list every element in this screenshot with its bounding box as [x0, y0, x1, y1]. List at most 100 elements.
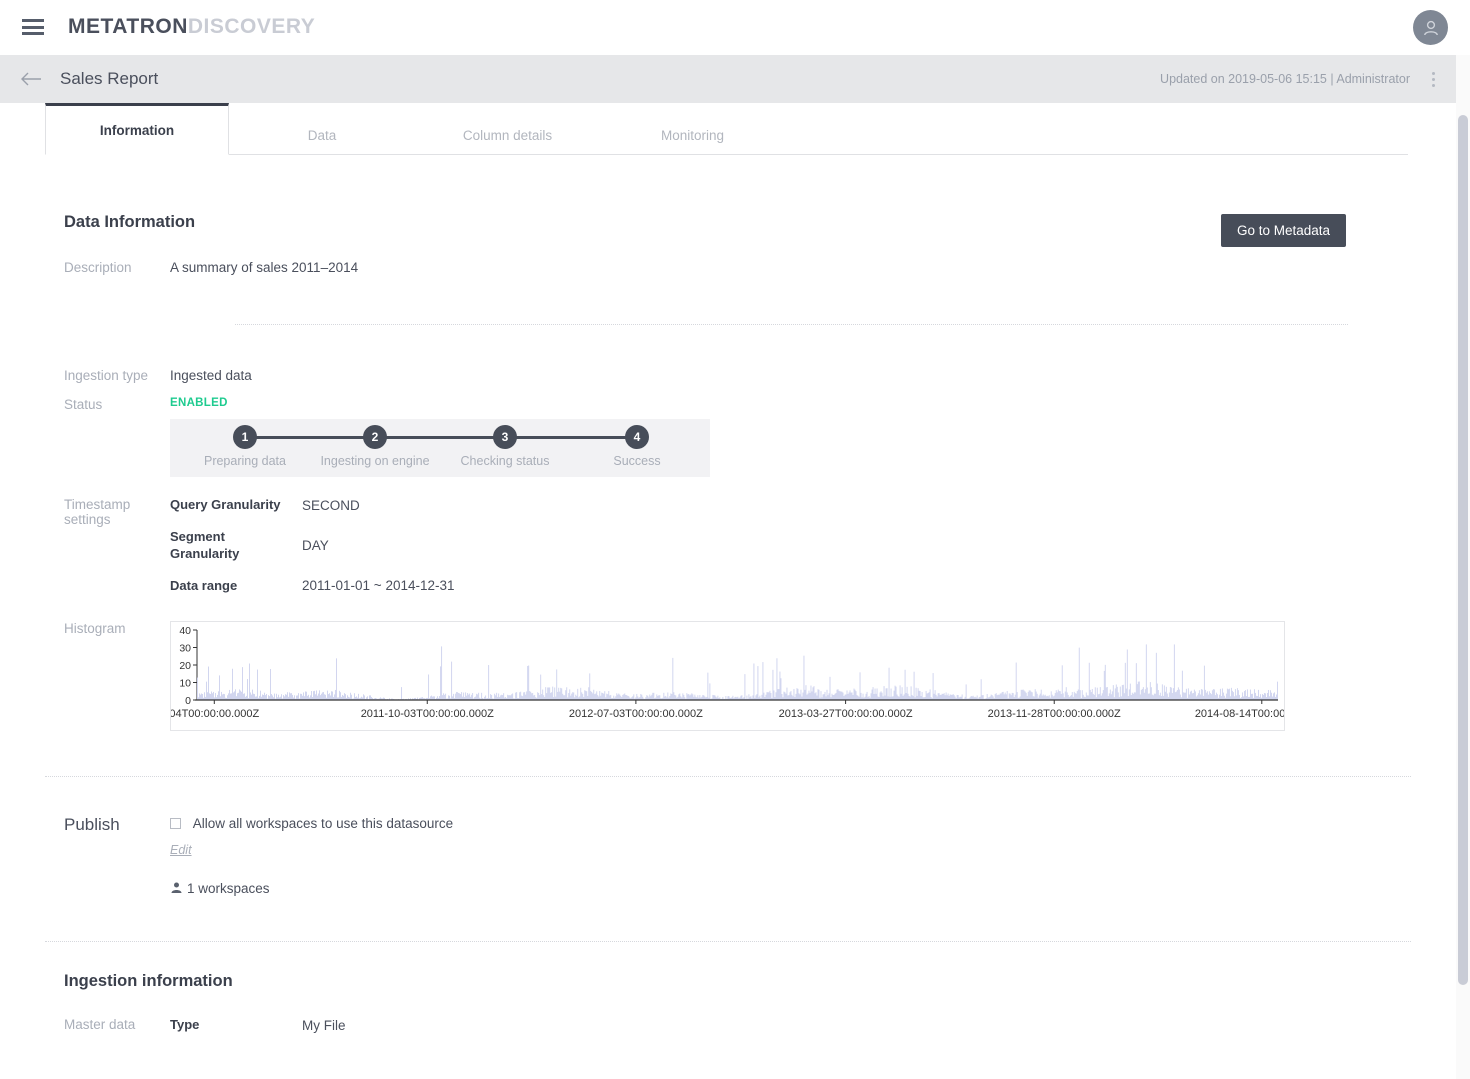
stepper-number: 2 — [363, 425, 387, 449]
timestamp-settings-row: Timestamp settings Query Granularity SEC… — [0, 497, 1456, 594]
stepper-label: Preparing data — [203, 454, 286, 468]
svg-text:2012-07-03T00:00:00.000Z: 2012-07-03T00:00:00.000Z — [569, 708, 703, 720]
publish-row: Publish Allow all workspaces to use this… — [0, 815, 1456, 897]
hamburger-bar — [22, 25, 44, 29]
allow-all-workspaces-checkbox-row[interactable]: Allow all workspaces to use this datasou… — [170, 815, 1456, 831]
stepper-label: Success — [613, 454, 661, 468]
master-data-type-value: My File — [302, 1017, 346, 1033]
svg-text:0: 0 — [185, 695, 191, 707]
svg-text:40: 40 — [179, 625, 191, 637]
tab-label: Information — [99, 122, 175, 138]
ingestion-information-header: Ingestion information — [0, 942, 1456, 994]
app-root: METATRONDISCOVERY Sales Report Updated o… — [0, 0, 1470, 1079]
ingestion-type-row: Ingestion type Ingested data — [0, 368, 1456, 383]
ingestion-information-heading: Ingestion information — [64, 971, 233, 990]
histogram-value-wrap: 0 10 20 30 40 04T00:00:00.000Z 2011-10-03T00:0… — [170, 621, 1456, 731]
master-data-table: Type My File — [170, 1017, 1456, 1047]
tab-label: Data — [307, 127, 337, 143]
scrollbar-thumb[interactable] — [1458, 115, 1468, 985]
stepper-label: Ingesting on engine — [320, 454, 430, 468]
status-value-wrap: ENABLED 1 Preparing data 2 Ingesting on … — [170, 397, 1456, 477]
description-label: Description — [64, 260, 132, 275]
svg-text:04T00:00:00.000Z: 04T00:00:00.000Z — [171, 708, 260, 720]
sub-header: Sales Report Updated on 2019-05-06 15:15… — [0, 55, 1456, 103]
kebab-dot — [1431, 71, 1435, 75]
ingestion-stepper: 1 Preparing data 2 Ingesting on engine 3… — [170, 419, 710, 477]
data-range-value: 2011-01-01 ~ 2014-12-31 — [302, 578, 455, 594]
tab-information[interactable]: Information — [45, 103, 229, 155]
data-range-label: Data range — [170, 577, 238, 593]
svg-text:2014-08-14T00:00:00.000Z: 2014-08-14T00:00:00.000Z — [1195, 708, 1284, 720]
master-data-label: Master data — [64, 1016, 136, 1032]
sub-header-right: Updated on 2019-05-06 15:15 | Administra… — [1160, 55, 1442, 103]
stepper-step-2: 2 Ingesting on engine — [315, 425, 435, 468]
query-granularity-value: SECOND — [302, 497, 360, 513]
svg-text:10: 10 — [179, 678, 191, 690]
person-icon — [170, 881, 187, 897]
svg-text:2011-10-03T00:00:00.000Z: 2011-10-03T00:00:00.000Z — [361, 708, 494, 720]
status-row: Status ENABLED 1 Preparing data 2 Ingest… — [0, 397, 1456, 477]
description-divider — [235, 324, 1348, 325]
allow-all-workspaces-checkbox[interactable] — [170, 817, 181, 829]
workspaces-count-row: 1 workspaces — [170, 881, 1456, 897]
stepper-step-1: 1 Preparing data — [185, 425, 305, 468]
stepper-step-3: 3 Checking status — [445, 425, 565, 468]
ingestion-type-value: Ingested data — [170, 368, 252, 383]
tab-label: Monitoring — [660, 127, 725, 143]
tab-monitoring[interactable]: Monitoring — [620, 115, 765, 155]
tab-bar: Information Data Column details Monitori… — [0, 103, 1456, 155]
svg-text:2013-11-28T00:00:00.000Z: 2013-11-28T00:00:00.000Z — [988, 708, 1121, 720]
segment-granularity-value: DAY — [302, 538, 329, 553]
top-bar: METATRONDISCOVERY — [0, 0, 1470, 55]
tab-data[interactable]: Data — [252, 115, 392, 155]
data-information-header: Data Information Go to Metadata — [0, 155, 1456, 247]
page-scrollbar[interactable] — [1456, 55, 1470, 1079]
histogram-chart[interactable]: 0 10 20 30 40 04T00:00:00.000Z 2011-10-03T00:0… — [170, 621, 1285, 731]
publish-heading: Publish — [64, 815, 120, 834]
timestamp-settings-table: Query Granularity SECOND Segment Granula… — [170, 497, 1456, 594]
timestamp-row: Query Granularity SECOND — [170, 497, 1456, 513]
stepper-number: 3 — [493, 425, 517, 449]
status-badge: ENABLED — [170, 397, 228, 409]
ingestion-type-label: Ingestion type — [64, 368, 149, 383]
tab-label: Column details — [462, 127, 553, 143]
stepper-label: Checking status — [460, 454, 550, 468]
kebab-dot — [1431, 77, 1435, 81]
svg-text:30: 30 — [179, 643, 191, 655]
status-label: Status — [64, 397, 103, 412]
master-data-type-label: Type — [170, 1016, 200, 1032]
svg-text:20: 20 — [179, 660, 191, 672]
histogram-row: Histogram 0 10 20 30 40 04T00:00:00.000Z 2011-… — [0, 621, 1456, 731]
hamburger-icon[interactable] — [22, 19, 44, 35]
allow-all-workspaces-label: Allow all workspaces to use this datasou… — [192, 815, 454, 831]
timestamp-row: Data range 2011-01-01 ~ 2014-12-31 — [170, 578, 1456, 594]
back-arrow-icon[interactable] — [18, 66, 44, 92]
histogram-label: Histogram — [64, 621, 126, 636]
brand-secondary: DISCOVERY — [187, 15, 316, 38]
kebab-menu-icon[interactable] — [1424, 69, 1442, 89]
stepper-step-4: 4 Success — [577, 425, 697, 468]
publish-section-divider — [45, 776, 1411, 777]
timestamp-settings-label: Timestamp settings — [64, 497, 131, 527]
stepper-number: 4 — [625, 425, 649, 449]
publish-body: Allow all workspaces to use this datasou… — [170, 815, 1456, 897]
stepper-number: 1 — [233, 425, 257, 449]
hamburger-bar — [22, 32, 44, 35]
description-row: Description A summary of sales 2011–2014 — [0, 260, 1456, 275]
user-avatar-icon[interactable] — [1413, 10, 1448, 45]
go-to-metadata-button[interactable]: Go to Metadata — [1220, 214, 1346, 247]
workspaces-count-label: 1 workspaces — [187, 881, 270, 897]
tab-column-details[interactable]: Column details — [420, 115, 595, 155]
segment-granularity-label: Segment Granularity — [170, 529, 240, 561]
edit-link[interactable]: Edit — [170, 843, 192, 857]
master-data-type-row: Type My File — [170, 1017, 1456, 1033]
brand-logo[interactable]: METATRONDISCOVERY — [68, 15, 315, 39]
timestamp-row: Segment Granularity DAY — [170, 529, 1456, 562]
description-value: A summary of sales 2011–2014 — [170, 260, 359, 275]
stepper-steps: 1 Preparing data 2 Ingesting on engine 3… — [170, 419, 710, 477]
description-value-wrap: A summary of sales 2011–2014 — [170, 260, 1456, 275]
master-data-row: Master data Type My File — [0, 1017, 1456, 1047]
updated-timestamp: Updated on 2019-05-06 15:15 | Administra… — [1160, 72, 1410, 86]
kebab-dot — [1431, 83, 1435, 87]
page-title: Sales Report — [60, 69, 159, 88]
